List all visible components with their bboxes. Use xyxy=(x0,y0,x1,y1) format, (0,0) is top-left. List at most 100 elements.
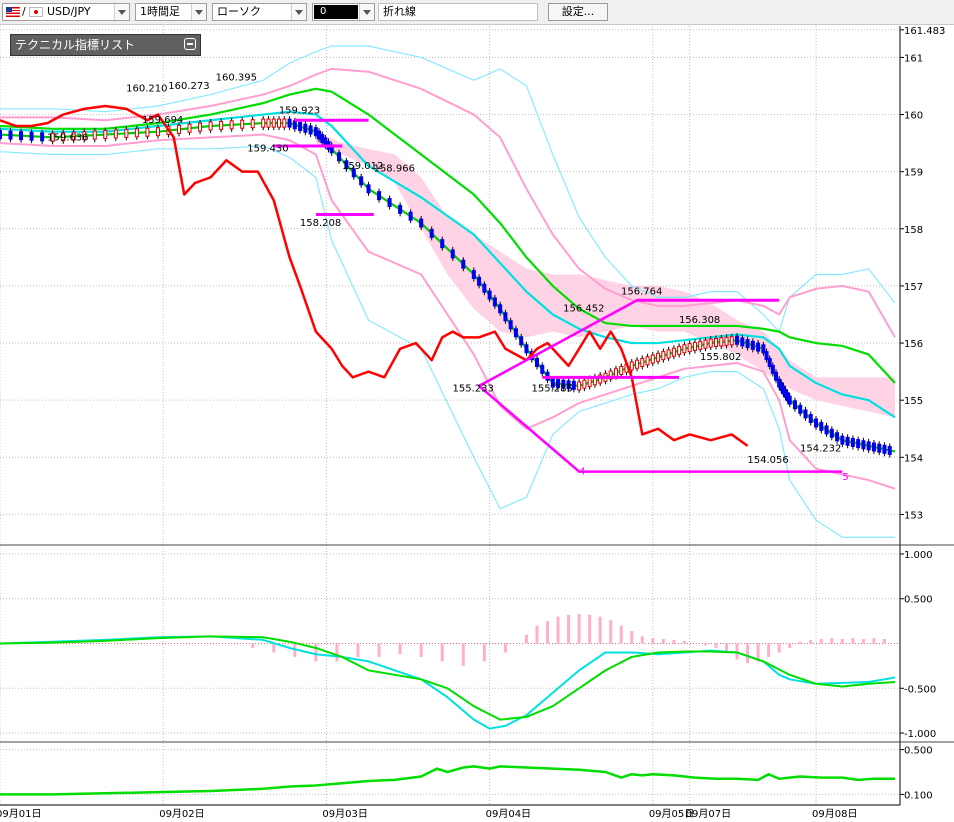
histogram-bar xyxy=(882,639,886,644)
candle-body xyxy=(877,443,882,453)
candle-body xyxy=(155,127,160,137)
candle-body xyxy=(198,122,203,132)
histogram-bar xyxy=(619,625,623,644)
candle-body xyxy=(682,344,687,354)
histogram-bar xyxy=(861,639,865,644)
y-tick-label: 156 xyxy=(904,339,923,350)
macd-panel xyxy=(0,613,896,730)
x-tick-label: 09月01日 xyxy=(0,808,41,820)
histogram-bar xyxy=(682,640,686,644)
histogram-bar xyxy=(798,641,802,644)
candle-body xyxy=(629,361,634,371)
histogram-bar xyxy=(746,643,750,664)
histogram-bar xyxy=(609,620,613,644)
indicator-list-label: テクニカル指標リスト xyxy=(15,38,136,52)
indicator-list-panel[interactable]: テクニカル指標リスト xyxy=(10,34,201,56)
y-tick-label: 158 xyxy=(904,225,923,236)
y-tick-label: 161 xyxy=(904,53,923,64)
histogram-bar xyxy=(872,638,876,644)
collapse-icon[interactable] xyxy=(184,38,196,50)
x-tick-label: 09月03日 xyxy=(322,808,367,820)
candle-body xyxy=(871,442,876,452)
candle-body xyxy=(850,437,855,447)
candle-body xyxy=(635,359,640,369)
histogram-bar xyxy=(272,643,276,653)
candle-body xyxy=(787,395,792,405)
histogram-bar xyxy=(703,643,707,646)
candle-body xyxy=(134,128,139,138)
y-tick-label: 0.500 xyxy=(904,746,933,757)
x-tick-label: 09月07日 xyxy=(686,808,731,820)
price-label: 156.452 xyxy=(563,304,604,315)
oscillator-panel xyxy=(0,765,895,796)
candle-body xyxy=(513,328,518,338)
candle-body xyxy=(398,204,403,214)
candle-body xyxy=(19,131,24,141)
price-panel: 159.636 160.210 160.273 160.395 159.694 159.9… xyxy=(0,45,896,538)
x-tick-label: 09月04日 xyxy=(486,808,531,820)
histogram-bar xyxy=(819,639,823,644)
candle-body xyxy=(359,176,364,186)
histogram-bar xyxy=(356,643,360,657)
candle-body xyxy=(671,347,676,357)
histogram-bar xyxy=(851,638,855,644)
y-tick-label: 1.000 xyxy=(904,550,933,561)
candle-body xyxy=(229,120,234,130)
candle-body xyxy=(698,340,703,350)
candle-body xyxy=(582,379,587,389)
price-label: 158.966 xyxy=(374,164,415,175)
candle-body xyxy=(677,345,682,355)
price-label: 158.208 xyxy=(300,218,341,229)
chart-area: 159.636 160.210 160.273 160.395 159.694 159.9… xyxy=(0,26,954,820)
candle-body xyxy=(508,320,513,330)
histogram-bar xyxy=(567,614,571,644)
y-tick-label: -0.500 xyxy=(904,684,936,695)
candle-body xyxy=(692,341,697,351)
series-signal xyxy=(0,635,896,721)
candle-body xyxy=(613,368,618,378)
candle-body xyxy=(29,131,34,141)
candle-body xyxy=(756,342,761,352)
candle-body xyxy=(503,312,508,322)
price-label: 155.802 xyxy=(700,352,741,363)
candle-body xyxy=(271,118,276,128)
zigzag-mark: 5 xyxy=(842,472,848,483)
y-tick-label: 0.100 xyxy=(904,790,933,801)
y-tick-label: 160 xyxy=(904,111,923,122)
candle-body xyxy=(177,124,181,134)
candle-body xyxy=(708,338,713,348)
histogram-bar xyxy=(503,643,507,653)
candle-body xyxy=(482,283,487,293)
candle-body xyxy=(861,440,866,450)
price-label: 160.210 xyxy=(126,84,167,95)
candle-body xyxy=(113,129,118,139)
candle-body xyxy=(750,340,755,350)
histogram-bar xyxy=(788,643,792,648)
candle-body xyxy=(524,344,529,354)
candle-body xyxy=(320,134,325,144)
series-macd xyxy=(0,635,896,730)
candle-body xyxy=(145,127,150,137)
candle-body xyxy=(477,276,482,286)
candle-body xyxy=(292,120,297,130)
y-tick-label: 153 xyxy=(904,510,923,521)
candle-body xyxy=(498,304,503,314)
histogram-bar xyxy=(598,616,602,644)
candle-body xyxy=(703,339,708,349)
histogram-bar xyxy=(440,643,444,662)
candle-body xyxy=(835,432,840,442)
zigzag-mark: 4 xyxy=(579,466,585,477)
candle-body xyxy=(587,377,592,387)
candle-body xyxy=(303,123,308,133)
candle-body xyxy=(724,336,729,346)
y-tick-label: 157 xyxy=(904,282,923,293)
price-label: 160.395 xyxy=(216,72,257,83)
candle-body xyxy=(471,270,476,280)
candle-body xyxy=(492,297,497,307)
candle-body xyxy=(287,118,292,128)
candle-body xyxy=(282,118,287,128)
price-label: 159.636 xyxy=(47,132,88,143)
candle-body xyxy=(774,371,779,381)
candle-body xyxy=(740,337,745,347)
candle-body xyxy=(487,290,492,300)
